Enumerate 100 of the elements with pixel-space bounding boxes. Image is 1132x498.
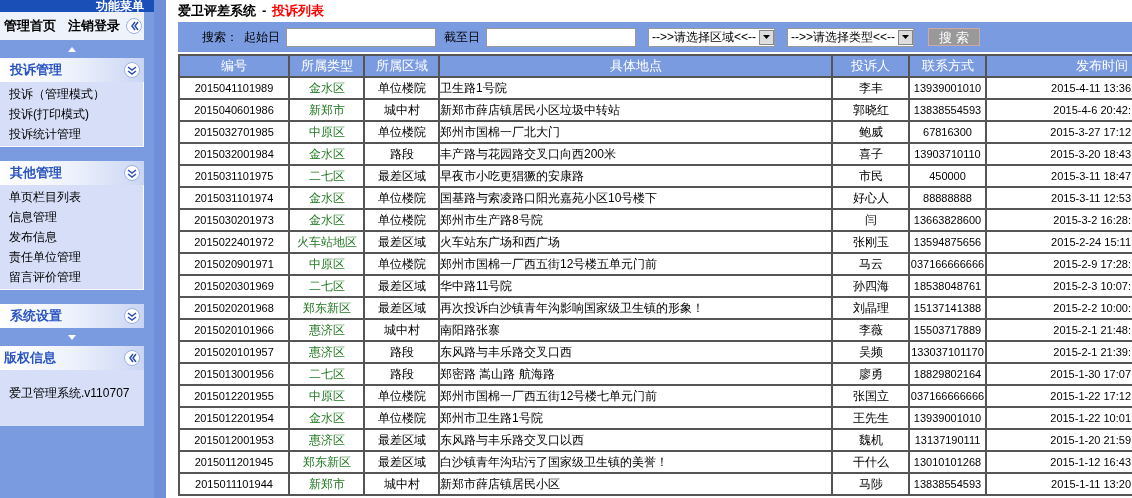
sidebar-item[interactable]: 责任单位管理 <box>9 247 81 267</box>
column-header: 投诉人 <box>832 55 909 77</box>
table-cell: 国基路与索凌路口阳光嘉苑小区10号楼下 <box>439 187 832 209</box>
table-cell: 金水区 <box>289 77 364 99</box>
section-header[interactable]: 其他管理 <box>0 161 144 185</box>
table-cell: 郭晓红 <box>832 99 909 121</box>
search-label: 搜索： <box>202 29 238 46</box>
section-header[interactable]: 投诉管理 <box>0 58 144 82</box>
table-cell: 张国立 <box>832 385 909 407</box>
table-cell: 88888888 <box>909 187 986 209</box>
table-cell: 南阳路张寨 <box>439 319 832 341</box>
table-cell: 15503717889 <box>909 319 986 341</box>
system-name: 爱卫评差系统 <box>178 2 256 21</box>
double-chevron-icon[interactable] <box>124 308 140 324</box>
table-cell: 13939001010 <box>909 407 986 429</box>
table-cell: 2015031101974 <box>179 187 289 209</box>
table-cell: 闫 <box>832 209 909 231</box>
table-cell: 马陟 <box>832 473 909 495</box>
table-cell: 吴频 <box>832 341 909 363</box>
table-cell: 金水区 <box>289 187 364 209</box>
double-chevron-icon[interactable] <box>124 350 140 366</box>
table-cell: 2015020101966 <box>179 319 289 341</box>
table-cell: 2015013001956 <box>179 363 289 385</box>
table-cell: 最差区域 <box>364 429 439 451</box>
table-cell: 华中路11号院 <box>439 275 832 297</box>
table-cell: 最差区域 <box>364 165 439 187</box>
down-arrow-icon[interactable] <box>68 334 76 340</box>
table-cell: 单位楼院 <box>364 77 439 99</box>
table-cell: 马云 <box>832 253 909 275</box>
sidebar-item[interactable]: 信息管理 <box>9 207 57 227</box>
table-cell: 市民 <box>832 165 909 187</box>
area-select[interactable]: -->>请选择区域<<-- <box>648 27 775 47</box>
start-date-field[interactable] <box>286 27 436 47</box>
table-cell: 魏机 <box>832 429 909 451</box>
version-text: 爱卫管理系统.v110707 <box>9 386 130 400</box>
sidebar-item[interactable]: 投诉统计管理 <box>9 124 81 144</box>
end-date-field[interactable] <box>486 27 636 47</box>
end-date-label: 截至日 <box>444 29 480 46</box>
table-cell: 李薇 <box>832 319 909 341</box>
table-cell: 金水区 <box>289 143 364 165</box>
up-arrow-icon[interactable] <box>68 46 76 52</box>
double-chevron-icon[interactable] <box>126 18 142 34</box>
table-cell: 惠济区 <box>289 429 364 451</box>
table-cell: 卫生路1号院 <box>439 77 832 99</box>
table-cell: 2015020201968 <box>179 297 289 319</box>
table-cell: 新郑市薛店镇居民小区 <box>439 473 832 495</box>
dropdown-caret-icon <box>902 35 910 39</box>
logout-link[interactable]: 注销登录 <box>68 16 120 36</box>
table-cell: 路段 <box>364 143 439 165</box>
table-cell: 路段 <box>364 341 439 363</box>
sidebar-item[interactable]: 投诉（管理模式） <box>9 84 105 104</box>
section-header: 版权信息 <box>0 346 144 370</box>
table-cell: 孙四海 <box>832 275 909 297</box>
table-cell: 2015020301969 <box>179 275 289 297</box>
table-cell: 2015041101989 <box>179 77 289 99</box>
table-cell: 最差区域 <box>364 275 439 297</box>
column-header: 所属类型 <box>289 55 364 77</box>
type-select[interactable]: -->>请选择类型<<-- <box>787 27 915 47</box>
table-cell: 丰产路与花园路交叉口向西200米 <box>439 143 832 165</box>
sidebar-item[interactable]: 发布信息 <box>9 227 57 247</box>
table-cell: 张刚玉 <box>832 231 909 253</box>
table-cell: 037166666666 <box>909 253 986 275</box>
table-cell: 13838554593 <box>909 99 986 121</box>
double-chevron-icon[interactable] <box>124 165 140 181</box>
table-cell: 2015020901971 <box>179 253 289 275</box>
table-cell: 刘晶理 <box>832 297 909 319</box>
table-cell: 67816300 <box>909 121 986 143</box>
column-header: 编号 <box>179 55 289 77</box>
table-cell: 最差区域 <box>364 451 439 473</box>
table-cell: 好心人 <box>832 187 909 209</box>
sidebar-item[interactable]: 投诉(打印模式) <box>9 104 89 124</box>
table-cell: 2015020101957 <box>179 341 289 363</box>
menu-header: 功能菜单 <box>0 0 154 12</box>
table-cell: 王先生 <box>832 407 909 429</box>
table-cell: 13594875656 <box>909 231 986 253</box>
column-header: 具体地点 <box>439 55 832 77</box>
table-cell: 13663828600 <box>909 209 986 231</box>
dropdown-caret-icon <box>763 35 770 39</box>
section-header[interactable]: 系统设置 <box>0 304 144 328</box>
home-link[interactable]: 管理首页 <box>4 16 56 36</box>
table-cell: 东风路与丰乐路交叉口以西 <box>439 429 832 451</box>
table-cell: 金水区 <box>289 209 364 231</box>
table-cell: 最差区域 <box>364 297 439 319</box>
table-cell: 2015040601986 <box>179 99 289 121</box>
table-cell: 二七区 <box>289 363 364 385</box>
sidebar-item[interactable]: 留言评价管理 <box>9 267 81 287</box>
sidebar-item[interactable]: 单页栏目列表 <box>9 187 81 207</box>
table-cell: 中原区 <box>289 253 364 275</box>
table-cell: 惠济区 <box>289 319 364 341</box>
table-cell: 城中村 <box>364 473 439 495</box>
table-cell: 2015031101975 <box>179 165 289 187</box>
double-chevron-icon[interactable] <box>124 62 140 78</box>
table-cell: 惠济区 <box>289 341 364 363</box>
table-cell: 白沙镇青年沟玷污了国家级卫生镇的美誉！ <box>439 451 832 473</box>
table-cell: 新郑市 <box>289 473 364 495</box>
table-cell: 单位楼院 <box>364 121 439 143</box>
table-cell: 037166666666 <box>909 385 986 407</box>
table-cell: 单位楼院 <box>364 209 439 231</box>
table-cell: 2015032001984 <box>179 143 289 165</box>
table-cell: 鲍威 <box>832 121 909 143</box>
